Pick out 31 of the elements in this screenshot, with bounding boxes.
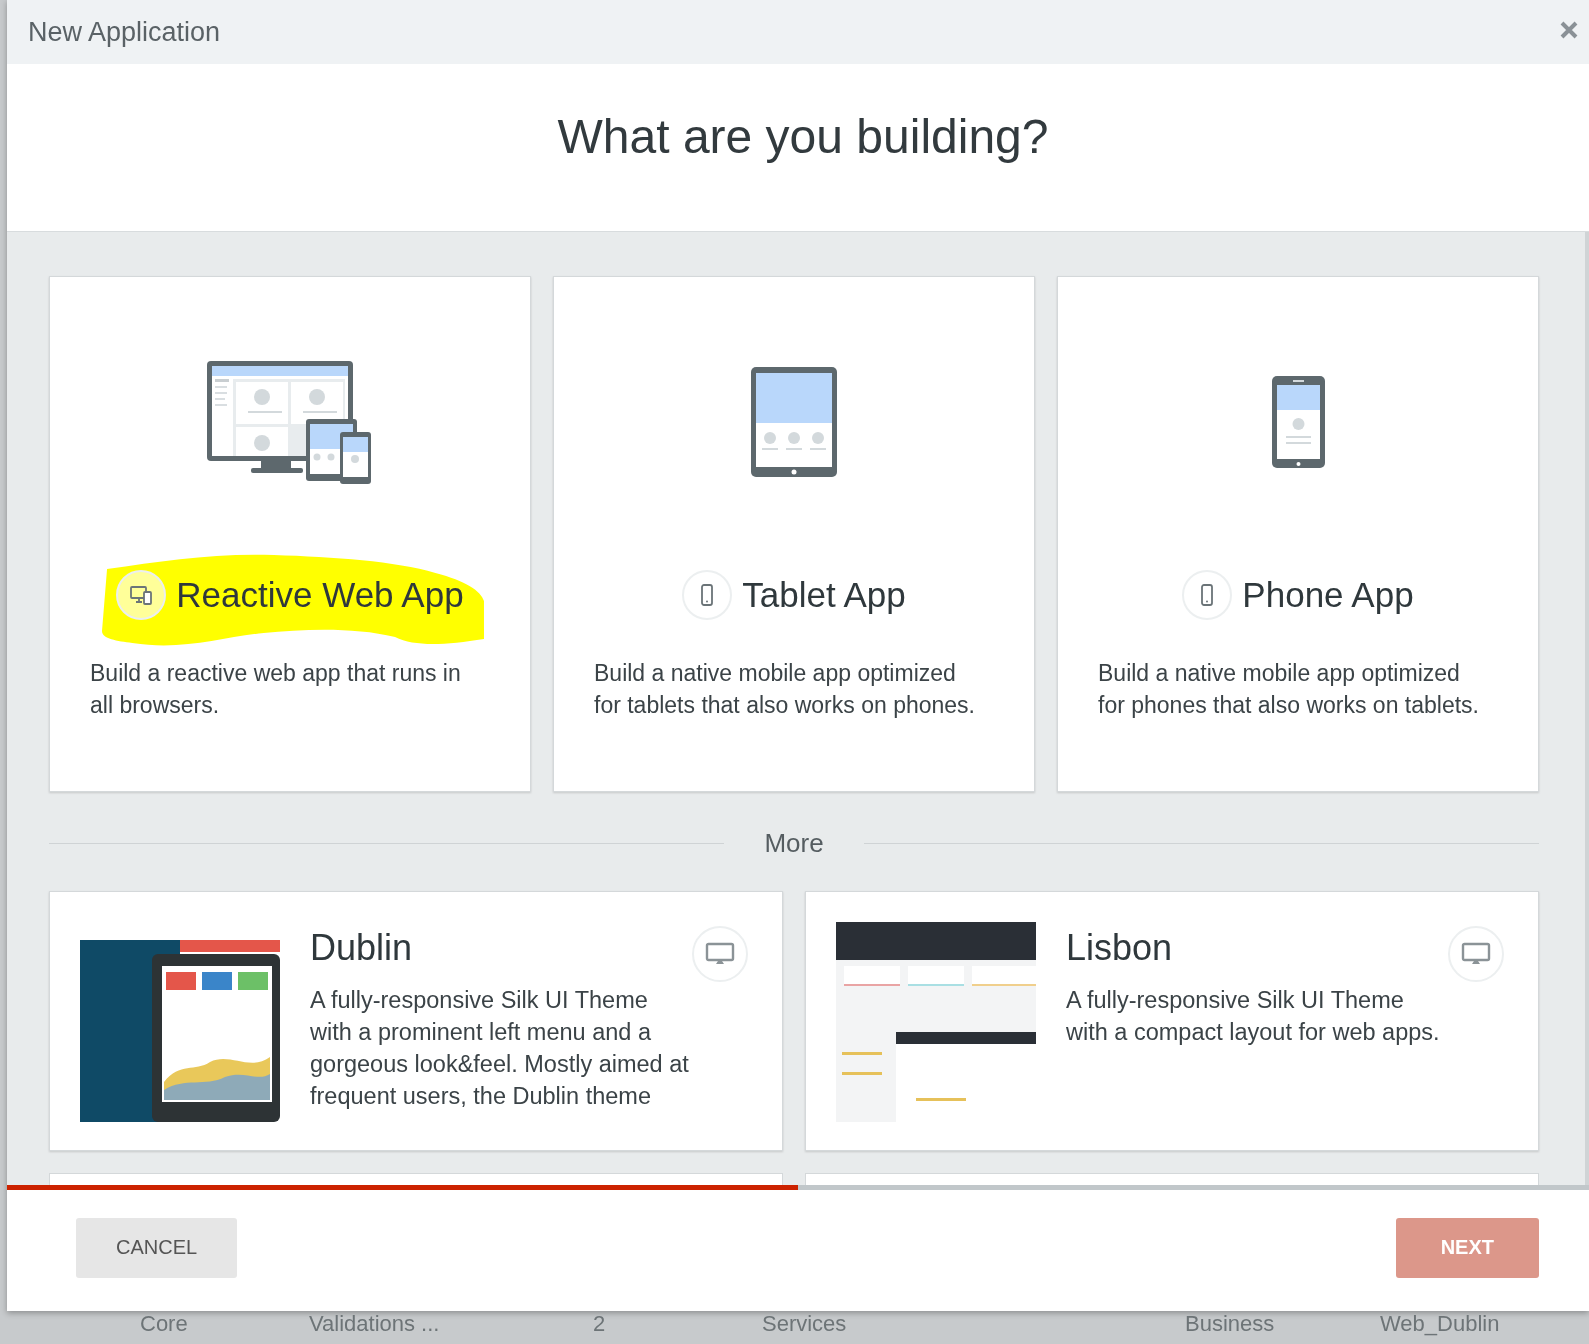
app-type-card[interactable]: Reactive Web App Build a reactive web app that runs in all browsers.	[49, 276, 531, 792]
cancel-button[interactable]: CANCEL	[76, 1217, 238, 1278]
device-icon	[682, 570, 733, 620]
theme-card[interactable]: Lisbon A fully-responsive Silk UI Theme with a compact layout for web apps.	[805, 891, 1539, 1151]
app-type-description: Build a native mobile app optimized for tablets that also works on phones.	[594, 659, 976, 720]
app-type-title: Phone App	[1242, 575, 1414, 615]
table-cell-text: Web_Dublin	[1380, 1311, 1501, 1337]
app-type-description: Build a reactive web app that runs in all browsers.	[90, 659, 462, 720]
table-cell-text: Core	[140, 1311, 189, 1337]
theme-card[interactable]: Dublin A fully-responsive Silk UI Theme with a prominent left menu and a gorgeous look&feel. Mostly aimed at frequent users, the Dublin theme	[49, 891, 783, 1151]
page-heading: What are you building?	[557, 109, 1049, 164]
app-type-description: Build a native mobile app optimized for phones that also works on tablets.	[1098, 659, 1480, 720]
table-cell-text: 2	[593, 1311, 607, 1337]
section-label: More	[763, 827, 825, 859]
monitor-icon	[1448, 926, 1504, 982]
window-title: New Application	[28, 16, 221, 48]
table-cell-text: Business	[1185, 1311, 1276, 1337]
table-cell-text: Services	[762, 1311, 848, 1337]
theme-name: Lisbon	[1066, 926, 1174, 970]
theme-name: Dublin	[310, 926, 414, 970]
app-type-title: Tablet App	[742, 575, 906, 615]
device-icon	[1182, 570, 1233, 620]
theme-description: A fully-responsive Silk UI Theme with a compact layout for web apps.	[1066, 986, 1441, 1047]
app-type-card[interactable]: Tablet App Build a native mobile app optimized for tablets that also works on phones.	[553, 276, 1035, 792]
app-type-title: Reactive Web App	[176, 575, 464, 615]
theme-description: A fully-responsive Silk UI Theme with a prominent left menu and a gorgeous look&feel. Mostly aimed at frequent users, the Dublin theme	[310, 986, 690, 1111]
monitor-icon	[692, 926, 748, 982]
device-icon	[116, 570, 167, 620]
app-type-card[interactable]: Phone App Build a native mobile app optimized for phones that also works on tablets.	[1057, 276, 1539, 792]
table-cell-text: Validations ...	[309, 1311, 441, 1337]
close-icon[interactable]	[1559, 20, 1579, 40]
